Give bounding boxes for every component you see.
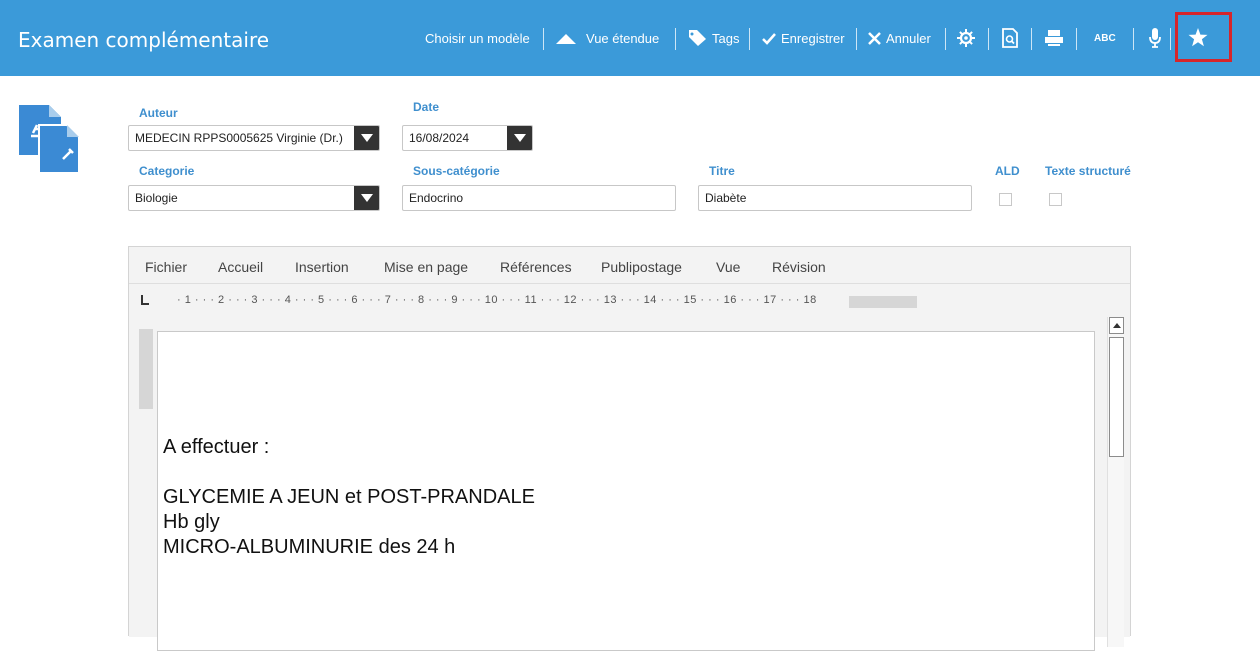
ruler-numbers: · 1 · · · 2 · · · 3 · · · 4 · · · 5 · · … <box>177 294 817 306</box>
page-title: Examen complémentaire <box>18 28 270 52</box>
menu-insert[interactable]: Insertion <box>295 259 349 275</box>
ald-checkbox[interactable] <box>999 193 1012 206</box>
caret-up-icon <box>1112 323 1121 328</box>
tags-label: Tags <box>712 30 740 46</box>
category-dropdown-button[interactable] <box>354 186 379 210</box>
scroll-thumb[interactable] <box>1109 337 1124 457</box>
printer-icon <box>1045 30 1063 46</box>
title-label: Titre <box>709 164 735 178</box>
cancel-label: Annuler <box>886 31 931 46</box>
menu-layout[interactable]: Mise en page <box>384 259 468 275</box>
save-button[interactable]: Enregistrer <box>762 31 845 46</box>
app-header: Examen complémentaire Choisir un modèle … <box>0 0 1260 76</box>
date-value: 16/08/2024 <box>409 131 470 145</box>
document-text-line: A effectuer : <box>163 436 270 458</box>
microphone-icon <box>1149 28 1161 48</box>
subcategory-label: Sous-catégorie <box>413 164 500 178</box>
gear-icon <box>957 29 975 47</box>
editor-menubar: Fichier Accueil Insertion Mise en page R… <box>129 247 1130 284</box>
title-value: Diabète <box>705 191 747 205</box>
toolbar-divider <box>675 28 676 50</box>
right-margin-marker[interactable] <box>849 296 917 308</box>
toolbar-divider <box>856 28 857 50</box>
extended-view-label: Vue étendue <box>586 31 660 46</box>
choose-model-label: Choisir un modèle <box>425 31 530 46</box>
toolbar-divider <box>1133 28 1134 50</box>
preview-button[interactable] <box>1002 28 1018 48</box>
close-icon <box>868 32 881 45</box>
date-picker-button[interactable] <box>507 126 532 150</box>
tags-button[interactable]: Tags <box>688 29 739 47</box>
document-text-line: GLYCEMIE A JEUN et POST-PRANDALE <box>163 486 535 508</box>
author-dropdown-button[interactable] <box>354 126 379 150</box>
document-type-icon <box>17 103 81 175</box>
document-search-icon <box>1002 28 1018 48</box>
extended-view-button[interactable]: Vue étendue <box>556 31 659 46</box>
menu-references[interactable]: Références <box>500 259 572 275</box>
spellcheck-label: ABC <box>1094 33 1116 44</box>
caret-down-icon <box>514 134 526 142</box>
author-label: Auteur <box>139 106 178 120</box>
document-text-line: MICRO-ALBUMINURIE des 24 h <box>163 536 456 558</box>
document-page[interactable]: A effectuer : GLYCEMIE A JEUN et POST-PR… <box>157 331 1095 651</box>
subcategory-value: Endocrino <box>409 191 464 205</box>
settings-button[interactable] <box>957 29 975 47</box>
document-text-line: Hb gly <box>163 511 220 533</box>
dictation-button[interactable] <box>1149 28 1161 48</box>
menu-view[interactable]: Vue <box>716 259 740 275</box>
chevron-up-icon <box>556 33 576 44</box>
caret-down-icon <box>361 134 373 142</box>
caret-down-icon <box>361 194 373 202</box>
title-input[interactable]: Diabète <box>698 185 972 211</box>
spellcheck-button[interactable]: ABC <box>1094 33 1116 44</box>
date-label: Date <box>413 100 440 114</box>
favorite-button[interactable] <box>1188 28 1208 47</box>
menu-file[interactable]: Fichier <box>145 259 187 275</box>
vertical-scrollbar[interactable] <box>1107 317 1124 647</box>
toolbar-divider <box>988 28 989 50</box>
subcategory-input[interactable]: Endocrino <box>402 185 676 211</box>
menu-home[interactable]: Accueil <box>218 259 263 275</box>
star-icon <box>1188 28 1208 47</box>
vertical-ruler <box>139 329 153 649</box>
tag-icon <box>689 30 706 46</box>
print-button[interactable] <box>1045 30 1063 46</box>
save-label: Enregistrer <box>781 31 845 46</box>
choose-model-button[interactable]: Choisir un modèle <box>425 31 530 46</box>
toolbar-divider <box>1170 28 1171 50</box>
category-value: Biologie <box>135 191 178 205</box>
horizontal-ruler: · 1 · · · 2 · · · 3 · · · 4 · · · 5 · · … <box>141 294 1121 310</box>
check-icon <box>762 32 776 45</box>
ald-label: ALD <box>995 164 1020 178</box>
toolbar-divider <box>543 28 544 50</box>
author-value: MEDECIN RPPS0005625 Virginie (Dr.) <box>135 131 343 145</box>
structured-text-label: Texte structuré <box>1045 164 1131 178</box>
date-field[interactable]: 16/08/2024 <box>402 125 533 151</box>
toolbar-divider <box>749 28 750 50</box>
cancel-button[interactable]: Annuler <box>868 31 931 46</box>
toolbar-divider <box>945 28 946 50</box>
scroll-up-button[interactable] <box>1109 317 1124 334</box>
menu-mailings[interactable]: Publipostage <box>601 259 682 275</box>
author-select[interactable]: MEDECIN RPPS0005625 Virginie (Dr.) <box>128 125 380 151</box>
category-select[interactable]: Biologie <box>128 185 380 211</box>
structured-text-checkbox[interactable] <box>1049 193 1062 206</box>
toolbar-divider <box>1076 28 1077 50</box>
tab-stop-marker[interactable] <box>141 295 149 305</box>
vertical-ruler-top-margin <box>139 329 153 409</box>
menu-review[interactable]: Révision <box>772 259 826 275</box>
category-label: Categorie <box>139 164 195 178</box>
toolbar-divider <box>1031 28 1032 50</box>
rich-text-editor: Fichier Accueil Insertion Mise en page R… <box>128 246 1131 651</box>
